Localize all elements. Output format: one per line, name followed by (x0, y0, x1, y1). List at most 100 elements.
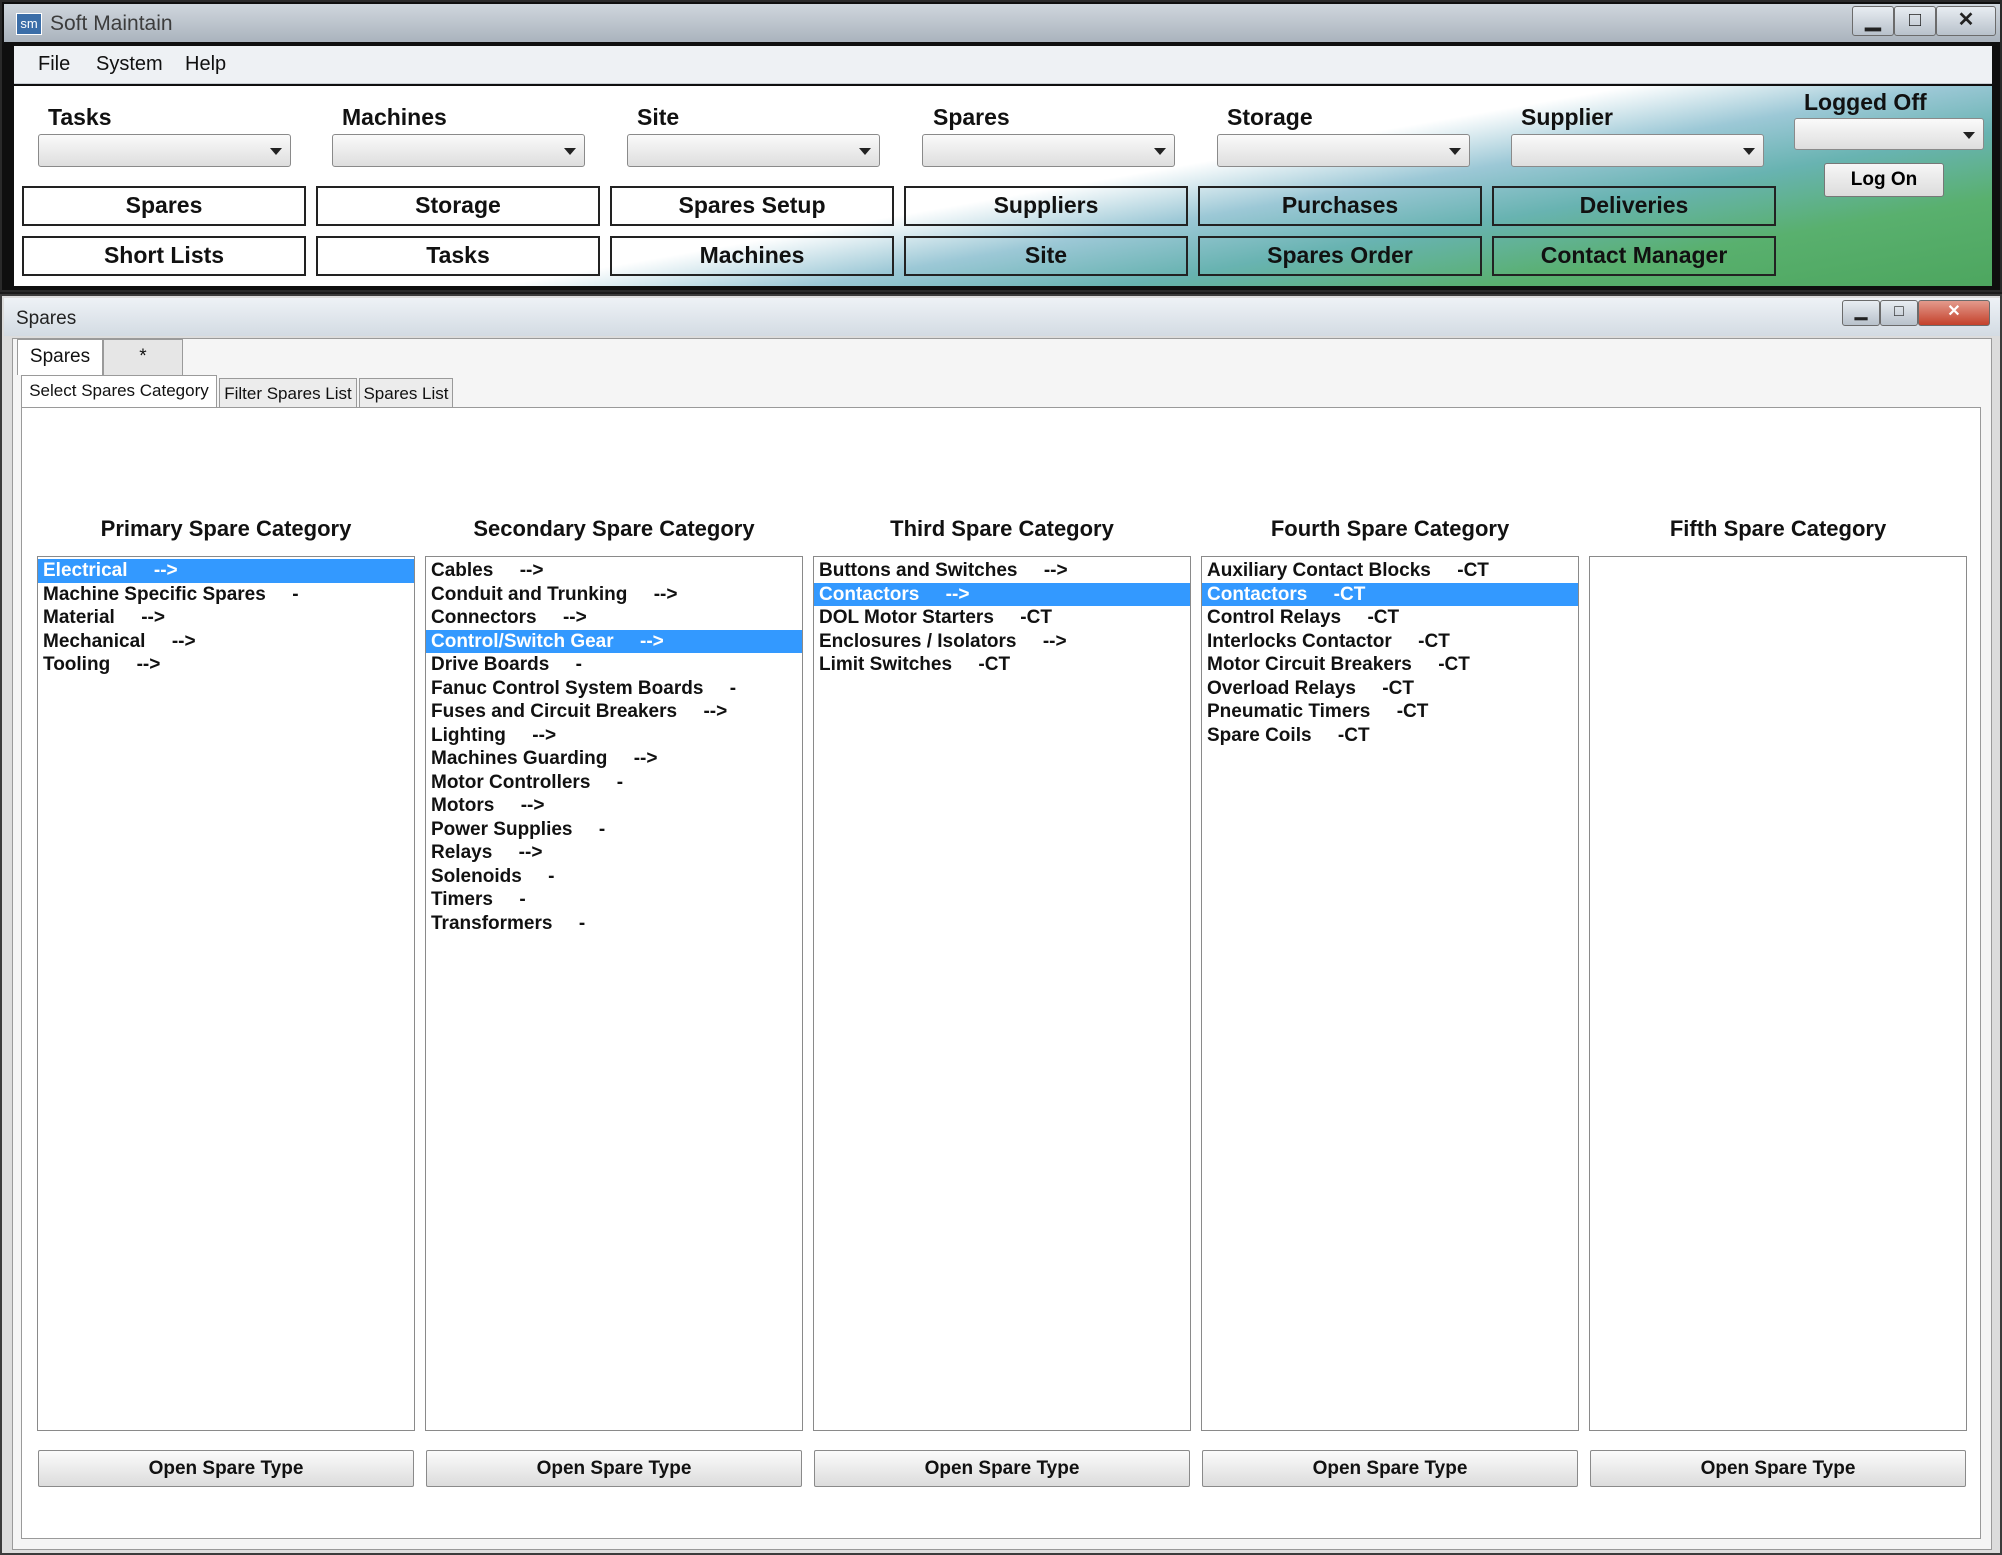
list-item[interactable]: Contactors -CT (1202, 582, 1578, 606)
main-toolbar-area: Tasks Machines Site Spares Storage Suppl… (14, 86, 1992, 286)
child-maximize-button[interactable]: □ (1880, 300, 1918, 326)
list-item[interactable]: Motors --> (426, 794, 802, 818)
nav-purchases-button[interactable]: Purchases (1198, 186, 1482, 226)
chevron-down-icon (859, 148, 871, 155)
nav-suppliers-button[interactable]: Suppliers (904, 186, 1188, 226)
fourth-category-list[interactable]: Auxiliary Contact Blocks -CT Contactors -… (1201, 556, 1579, 1431)
list-item[interactable]: Power Supplies - (426, 818, 802, 842)
nav-contact-manager-button[interactable]: Contact Manager (1492, 236, 1776, 276)
nav-tasks-button[interactable]: Tasks (316, 236, 600, 276)
list-item[interactable]: DOL Motor Starters -CT (814, 606, 1190, 630)
machines-label: Machines (342, 104, 447, 130)
list-item[interactable]: Buttons and Switches --> (814, 559, 1190, 583)
tab-new[interactable]: * (103, 339, 183, 375)
nav-site-button[interactable]: Site (904, 236, 1188, 276)
child-close-button[interactable]: ✕ (1918, 300, 1990, 326)
list-item[interactable]: Cables --> (426, 559, 802, 583)
third-category-heading: Third Spare Category (890, 516, 1114, 541)
spares-dropdown[interactable] (922, 134, 1175, 167)
list-item[interactable]: Transformers - (426, 912, 802, 936)
list-item[interactable]: Motor Controllers - (426, 771, 802, 795)
list-item[interactable]: Spare Coils -CT (1202, 724, 1578, 748)
user-dropdown[interactable] (1794, 118, 1984, 150)
nav-deliveries-button[interactable]: Deliveries (1492, 186, 1776, 226)
subtab-filter-spares-list[interactable]: Filter Spares List (219, 378, 357, 408)
nav-storage-button[interactable]: Storage (316, 186, 600, 226)
menu-system[interactable]: System (96, 53, 163, 76)
list-item[interactable]: Auxiliary Contact Blocks -CT (1202, 559, 1578, 583)
spares-title-bar: Spares ▁ □ ✕ (4, 298, 2000, 336)
list-item[interactable]: Control/Switch Gear --> (426, 629, 802, 653)
spares-window-title: Spares (16, 308, 77, 329)
tab-spares[interactable]: Spares (17, 339, 103, 375)
open-spare-type-button-2[interactable]: Open Spare Type (426, 1450, 802, 1487)
tasks-dropdown[interactable] (38, 134, 291, 167)
primary-category-heading: Primary Spare Category (100, 516, 352, 541)
fifth-category-list[interactable] (1589, 556, 1967, 1431)
list-item[interactable]: Relays --> (426, 841, 802, 865)
menu-help[interactable]: Help (185, 53, 226, 76)
menu-bar: File System Help (14, 46, 1992, 84)
category-panel: Primary Spare Category Secondary Spare C… (21, 407, 1981, 1539)
open-spare-type-button-3[interactable]: Open Spare Type (814, 1450, 1190, 1487)
list-item[interactable]: Fanuc Control System Boards - (426, 677, 802, 701)
third-category-list[interactable]: Buttons and Switches --> Contactors --> DO… (813, 556, 1191, 1431)
supplier-dropdown[interactable] (1511, 134, 1764, 167)
nav-spares-order-button[interactable]: Spares Order (1198, 236, 1482, 276)
subtab-select-spares-category[interactable]: Select Spares Category (21, 375, 217, 408)
maximize-button[interactable]: □ (1894, 6, 1936, 36)
list-item[interactable]: Contactors --> (814, 582, 1190, 606)
nav-spares-button[interactable]: Spares (22, 186, 306, 226)
nav-spares-setup-button[interactable]: Spares Setup (610, 186, 894, 226)
spares-label: Spares (933, 104, 1010, 130)
open-spare-type-button-4[interactable]: Open Spare Type (1202, 1450, 1578, 1487)
open-spare-type-button-1[interactable]: Open Spare Type (38, 1450, 414, 1487)
spares-client-area: Spares * Select Spares Category Filter S… (12, 338, 1992, 1550)
main-title-bar: sm Soft Maintain ▁ □ ✕ (4, 4, 2000, 42)
secondary-category-list[interactable]: Cables --> Conduit and Trunking --> Connec… (425, 556, 803, 1431)
login-status: Logged Off (1804, 89, 1927, 115)
spares-window: Spares ▁ □ ✕ Spares * Select Spares Cate… (0, 294, 2002, 1555)
minimize-button[interactable]: ▁ (1852, 6, 1894, 36)
chevron-down-icon (1963, 132, 1975, 139)
subtab-spares-list[interactable]: Spares List (359, 378, 453, 408)
list-item[interactable]: Electrical --> (38, 559, 414, 583)
machines-dropdown[interactable] (332, 134, 585, 167)
log-on-button[interactable]: Log On (1824, 163, 1944, 197)
list-item[interactable]: Pneumatic Timers -CT (1202, 700, 1578, 724)
list-item[interactable]: Fuses and Circuit Breakers --> (426, 700, 802, 724)
list-item[interactable]: Drive Boards - (426, 653, 802, 677)
list-item[interactable]: Material --> (38, 606, 414, 630)
fifth-category-heading: Fifth Spare Category (1669, 516, 1887, 541)
list-item[interactable]: Mechanical --> (38, 630, 414, 654)
storage-dropdown[interactable] (1217, 134, 1470, 167)
child-minimize-button[interactable]: ▁ (1842, 300, 1880, 326)
open-spare-type-button-5[interactable]: Open Spare Type (1590, 1450, 1966, 1487)
nav-short-lists-button[interactable]: Short Lists (22, 236, 306, 276)
list-item[interactable]: Overload Relays -CT (1202, 677, 1578, 701)
list-item[interactable]: Limit Switches -CT (814, 653, 1190, 677)
list-item[interactable]: Control Relays -CT (1202, 606, 1578, 630)
list-item[interactable]: Tooling --> (38, 653, 414, 677)
list-item[interactable]: Connectors --> (426, 606, 802, 630)
list-item[interactable]: Interlocks Contactor -CT (1202, 630, 1578, 654)
list-item[interactable]: Enclosures / Isolators --> (814, 630, 1190, 654)
site-dropdown[interactable] (627, 134, 880, 167)
list-item[interactable]: Machines Guarding --> (426, 747, 802, 771)
list-item[interactable]: Conduit and Trunking --> (426, 583, 802, 607)
chevron-down-icon (564, 148, 576, 155)
close-button[interactable]: ✕ (1936, 6, 1996, 36)
list-item[interactable]: Machine Specific Spares - (38, 583, 414, 607)
list-item[interactable]: Solenoids - (426, 865, 802, 889)
secondary-category-heading: Secondary Spare Category (473, 516, 755, 541)
chevron-down-icon (270, 148, 282, 155)
list-item[interactable]: Lighting --> (426, 724, 802, 748)
list-item[interactable]: Motor Circuit Breakers -CT (1202, 653, 1578, 677)
main-window: sm Soft Maintain ▁ □ ✕ File System Help … (0, 0, 2002, 292)
chevron-down-icon (1154, 148, 1166, 155)
primary-category-list[interactable]: Electrical --> Machine Specific Spares -M… (37, 556, 415, 1431)
chevron-down-icon (1449, 148, 1461, 155)
menu-file[interactable]: File (38, 53, 70, 76)
list-item[interactable]: Timers - (426, 888, 802, 912)
nav-machines-button[interactable]: Machines (610, 236, 894, 276)
